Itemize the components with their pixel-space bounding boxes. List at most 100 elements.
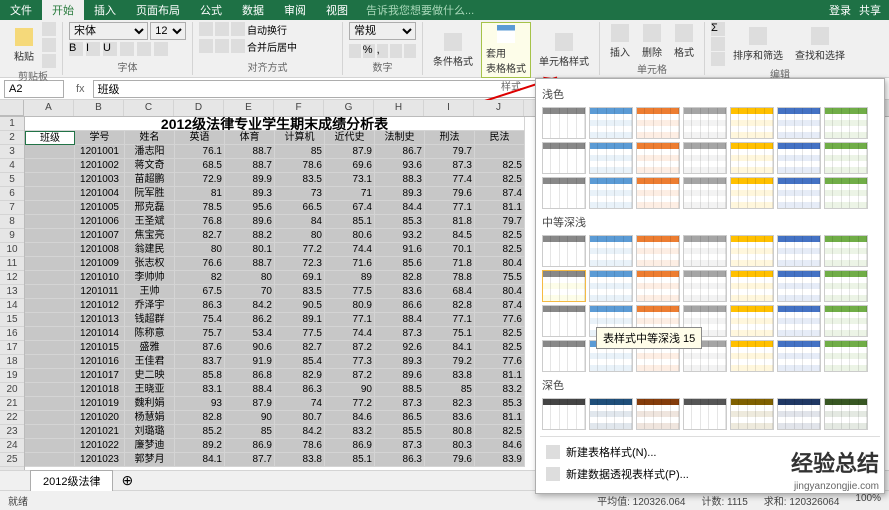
font-color-icon[interactable] <box>154 42 168 56</box>
data-cell[interactable]: 53.4 <box>225 327 275 341</box>
data-cell[interactable]: 魏利娟 <box>125 397 175 411</box>
data-cell[interactable]: 1201006 <box>75 215 125 229</box>
data-cell[interactable]: 盛雅 <box>125 341 175 355</box>
data-cell[interactable] <box>25 299 75 313</box>
data-cell[interactable] <box>25 383 75 397</box>
data-cell[interactable]: 82.5 <box>475 327 525 341</box>
table-style-thumb[interactable] <box>824 142 868 174</box>
table-style-thumb[interactable] <box>730 235 774 267</box>
data-cell[interactable]: 1201017 <box>75 369 125 383</box>
tab-insert[interactable]: 插入 <box>84 0 126 20</box>
data-cell[interactable]: 82.5 <box>475 243 525 257</box>
table-style-thumb[interactable] <box>636 107 680 139</box>
data-cell[interactable]: 1201002 <box>75 159 125 173</box>
data-cell[interactable] <box>25 397 75 411</box>
data-cell[interactable] <box>25 341 75 355</box>
cell-style-button[interactable]: 单元格样式 <box>535 31 593 70</box>
col-header-J[interactable]: J <box>474 100 524 116</box>
data-cell[interactable]: 潘志阳 <box>125 145 175 159</box>
data-cell[interactable]: 72.3 <box>275 257 325 271</box>
data-cell[interactable]: 84.1 <box>175 453 225 467</box>
data-cell[interactable]: 1201001 <box>75 145 125 159</box>
data-cell[interactable]: 78.5 <box>175 201 225 215</box>
data-cell[interactable]: 83.6 <box>425 411 475 425</box>
data-cell[interactable]: 刘璐璐 <box>125 425 175 439</box>
data-cell[interactable]: 87.4 <box>475 187 525 201</box>
row-header[interactable]: 20 <box>0 383 24 397</box>
data-cell[interactable]: 钱超群 <box>125 313 175 327</box>
data-cell[interactable]: 88.4 <box>375 313 425 327</box>
data-cell[interactable]: 75.5 <box>475 271 525 285</box>
data-cell[interactable]: 90.6 <box>225 341 275 355</box>
data-cell[interactable]: 77.6 <box>475 313 525 327</box>
data-cell[interactable]: 83.9 <box>475 453 525 467</box>
data-cell[interactable]: 1201013 <box>75 313 125 327</box>
data-cell[interactable]: 1201008 <box>75 243 125 257</box>
data-cell[interactable]: 75.1 <box>425 327 475 341</box>
table-style-thumb[interactable] <box>777 142 821 174</box>
row-header[interactable]: 1 <box>0 117 24 131</box>
data-cell[interactable]: 93 <box>175 397 225 411</box>
data-cell[interactable]: 68.5 <box>175 159 225 173</box>
data-cell[interactable]: 85.5 <box>375 425 425 439</box>
cut-icon[interactable] <box>42 22 56 36</box>
data-cell[interactable]: 77.2 <box>325 397 375 411</box>
row-header[interactable]: 23 <box>0 425 24 439</box>
table-style-thumb[interactable] <box>589 235 633 267</box>
align-mid-icon[interactable] <box>215 22 229 36</box>
table-style-thumb[interactable] <box>542 270 586 302</box>
data-cell[interactable]: 78.6 <box>275 439 325 453</box>
data-cell[interactable]: 84.6 <box>475 439 525 453</box>
title-cell[interactable]: 2012级法律专业学生期末成绩分析表 <box>25 117 525 131</box>
data-cell[interactable]: 74.4 <box>325 327 375 341</box>
data-cell[interactable]: 76.8 <box>175 215 225 229</box>
data-cell[interactable]: 72.9 <box>175 173 225 187</box>
data-cell[interactable]: 阮军胜 <box>125 187 175 201</box>
data-cell[interactable]: 1201003 <box>75 173 125 187</box>
data-cell[interactable]: 68.4 <box>425 285 475 299</box>
data-cell[interactable]: 89.9 <box>225 173 275 187</box>
data-cell[interactable]: 85 <box>425 383 475 397</box>
data-cell[interactable]: 85 <box>225 425 275 439</box>
header-cell[interactable]: 刑法 <box>425 131 475 145</box>
data-cell[interactable]: 77.5 <box>275 327 325 341</box>
row-header[interactable]: 11 <box>0 257 24 271</box>
data-cell[interactable]: 71 <box>325 187 375 201</box>
data-cell[interactable]: 86.6 <box>375 299 425 313</box>
data-cell[interactable]: 86.3 <box>175 299 225 313</box>
data-cell[interactable]: 87.2 <box>325 369 375 383</box>
data-cell[interactable]: 王佳君 <box>125 355 175 369</box>
table-style-thumb[interactable] <box>824 305 868 337</box>
data-cell[interactable]: 邢克磊 <box>125 201 175 215</box>
header-cell[interactable]: 计算机 <box>275 131 325 145</box>
table-style-thumb[interactable] <box>683 235 727 267</box>
data-cell[interactable]: 79.7 <box>475 215 525 229</box>
data-cell[interactable]: 83.8 <box>275 453 325 467</box>
table-style-thumb[interactable] <box>824 235 868 267</box>
login-link[interactable]: 登录 <box>829 2 851 18</box>
table-style-thumb[interactable] <box>542 340 586 372</box>
select-all-corner[interactable] <box>0 100 24 116</box>
data-cell[interactable]: 83.8 <box>425 369 475 383</box>
row-header[interactable]: 22 <box>0 411 24 425</box>
fill-icon[interactable] <box>711 37 725 51</box>
tab-file[interactable]: 文件 <box>0 0 42 20</box>
header-cell[interactable]: 民法 <box>475 131 525 145</box>
data-cell[interactable]: 蒋文奇 <box>125 159 175 173</box>
data-cell[interactable]: 83.7 <box>175 355 225 369</box>
data-cell[interactable]: 82.8 <box>375 271 425 285</box>
data-cell[interactable]: 84.6 <box>325 411 375 425</box>
data-cell[interactable]: 76.6 <box>175 257 225 271</box>
data-cell[interactable]: 91.9 <box>225 355 275 369</box>
row-header[interactable]: 14 <box>0 299 24 313</box>
data-cell[interactable]: 70.1 <box>425 243 475 257</box>
header-cell[interactable]: 姓名 <box>125 131 175 145</box>
data-cell[interactable]: 66.5 <box>275 201 325 215</box>
data-cell[interactable]: 85 <box>275 145 325 159</box>
align-left-icon[interactable] <box>199 39 213 53</box>
table-style-thumb[interactable] <box>683 398 727 430</box>
data-cell[interactable]: 乔泽宇 <box>125 299 175 313</box>
row-header[interactable]: 2 <box>0 131 24 145</box>
data-cell[interactable]: 77.1 <box>325 313 375 327</box>
row-header[interactable]: 9 <box>0 229 24 243</box>
